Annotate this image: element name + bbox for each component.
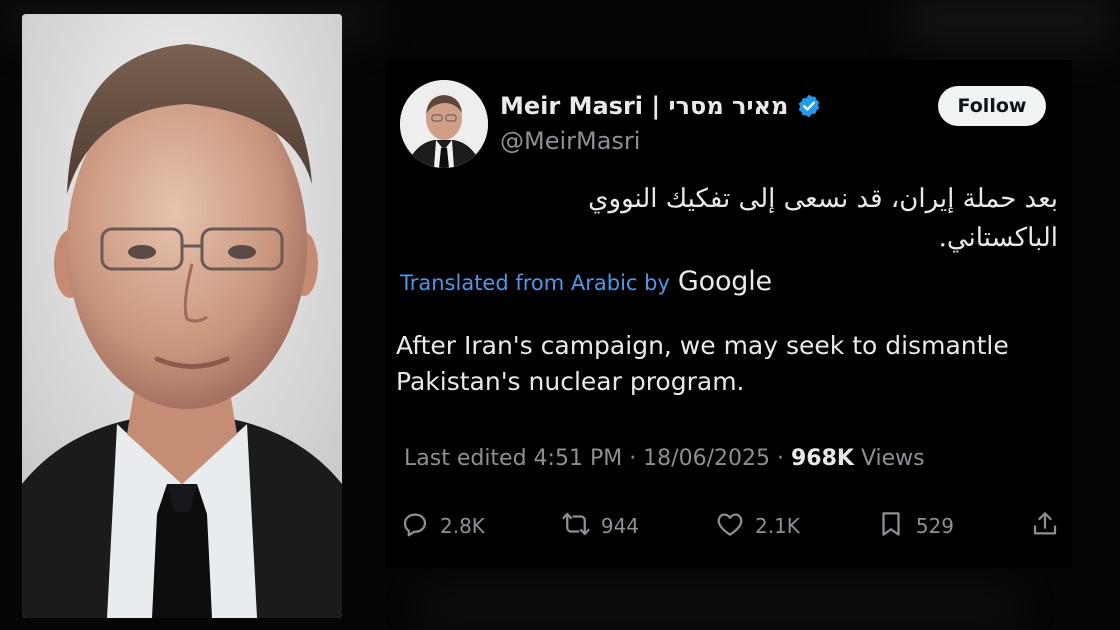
views-label: Views bbox=[853, 446, 925, 471]
google-logo: Google bbox=[677, 266, 772, 297]
tweet-original-text: بعد حملة إيران، قد نسعى إلى تفكيك النووي… bbox=[588, 184, 1058, 253]
translation-attribution[interactable]: Translated from Arabic by Google bbox=[400, 266, 772, 297]
reply-icon bbox=[400, 509, 430, 544]
share-button[interactable] bbox=[1030, 509, 1060, 544]
author-handle[interactable]: @MeirMasri bbox=[500, 127, 640, 155]
repost-icon bbox=[561, 509, 591, 544]
bookmark-count: 529 bbox=[915, 514, 955, 538]
repost-button[interactable]: 944 bbox=[561, 509, 639, 544]
share-icon bbox=[1030, 509, 1060, 544]
views-count: 968K bbox=[790, 446, 854, 471]
follow-button[interactable]: Follow bbox=[938, 86, 1046, 126]
portrait-photo bbox=[22, 14, 342, 618]
bookmark-icon bbox=[876, 509, 906, 544]
tweet-action-bar: 2.8K 944 2.1K 529 bbox=[400, 506, 1060, 546]
verified-badge-icon bbox=[796, 93, 822, 119]
background-blur bbox=[420, 585, 1020, 630]
tweet-meta: Last edited 4:51 PM · 18/06/2025 · 968K … bbox=[404, 446, 925, 471]
like-count: 2.1K bbox=[754, 514, 800, 538]
translation-attribution-label: Translated from Arabic by bbox=[400, 271, 670, 295]
tweet-card: Meir Masri | מאיר מסרי @MeirMasri Follow… bbox=[386, 60, 1072, 568]
bookmark-button[interactable]: 529 bbox=[876, 509, 954, 544]
like-icon bbox=[715, 509, 745, 544]
reply-count: 2.8K bbox=[440, 514, 485, 538]
background-blur bbox=[900, 0, 1120, 50]
reply-button[interactable]: 2.8K bbox=[400, 509, 485, 544]
tweet-translated-text: After Iran's campaign, we may seek to di… bbox=[396, 331, 1009, 396]
author-name-row: Meir Masri | מאיר מסרי bbox=[500, 90, 822, 122]
like-button[interactable]: 2.1K bbox=[715, 509, 800, 544]
edited-timestamp[interactable]: Last edited 4:51 PM · 18/06/2025 · bbox=[404, 446, 791, 471]
repost-count: 944 bbox=[600, 514, 640, 538]
author-display-name[interactable]: Meir Masri | מאיר מסרי bbox=[500, 92, 788, 120]
screenshot-stage: Meir Masri | מאיר מסרי @MeirMasri Follow… bbox=[0, 0, 1120, 630]
avatar[interactable] bbox=[400, 80, 488, 168]
